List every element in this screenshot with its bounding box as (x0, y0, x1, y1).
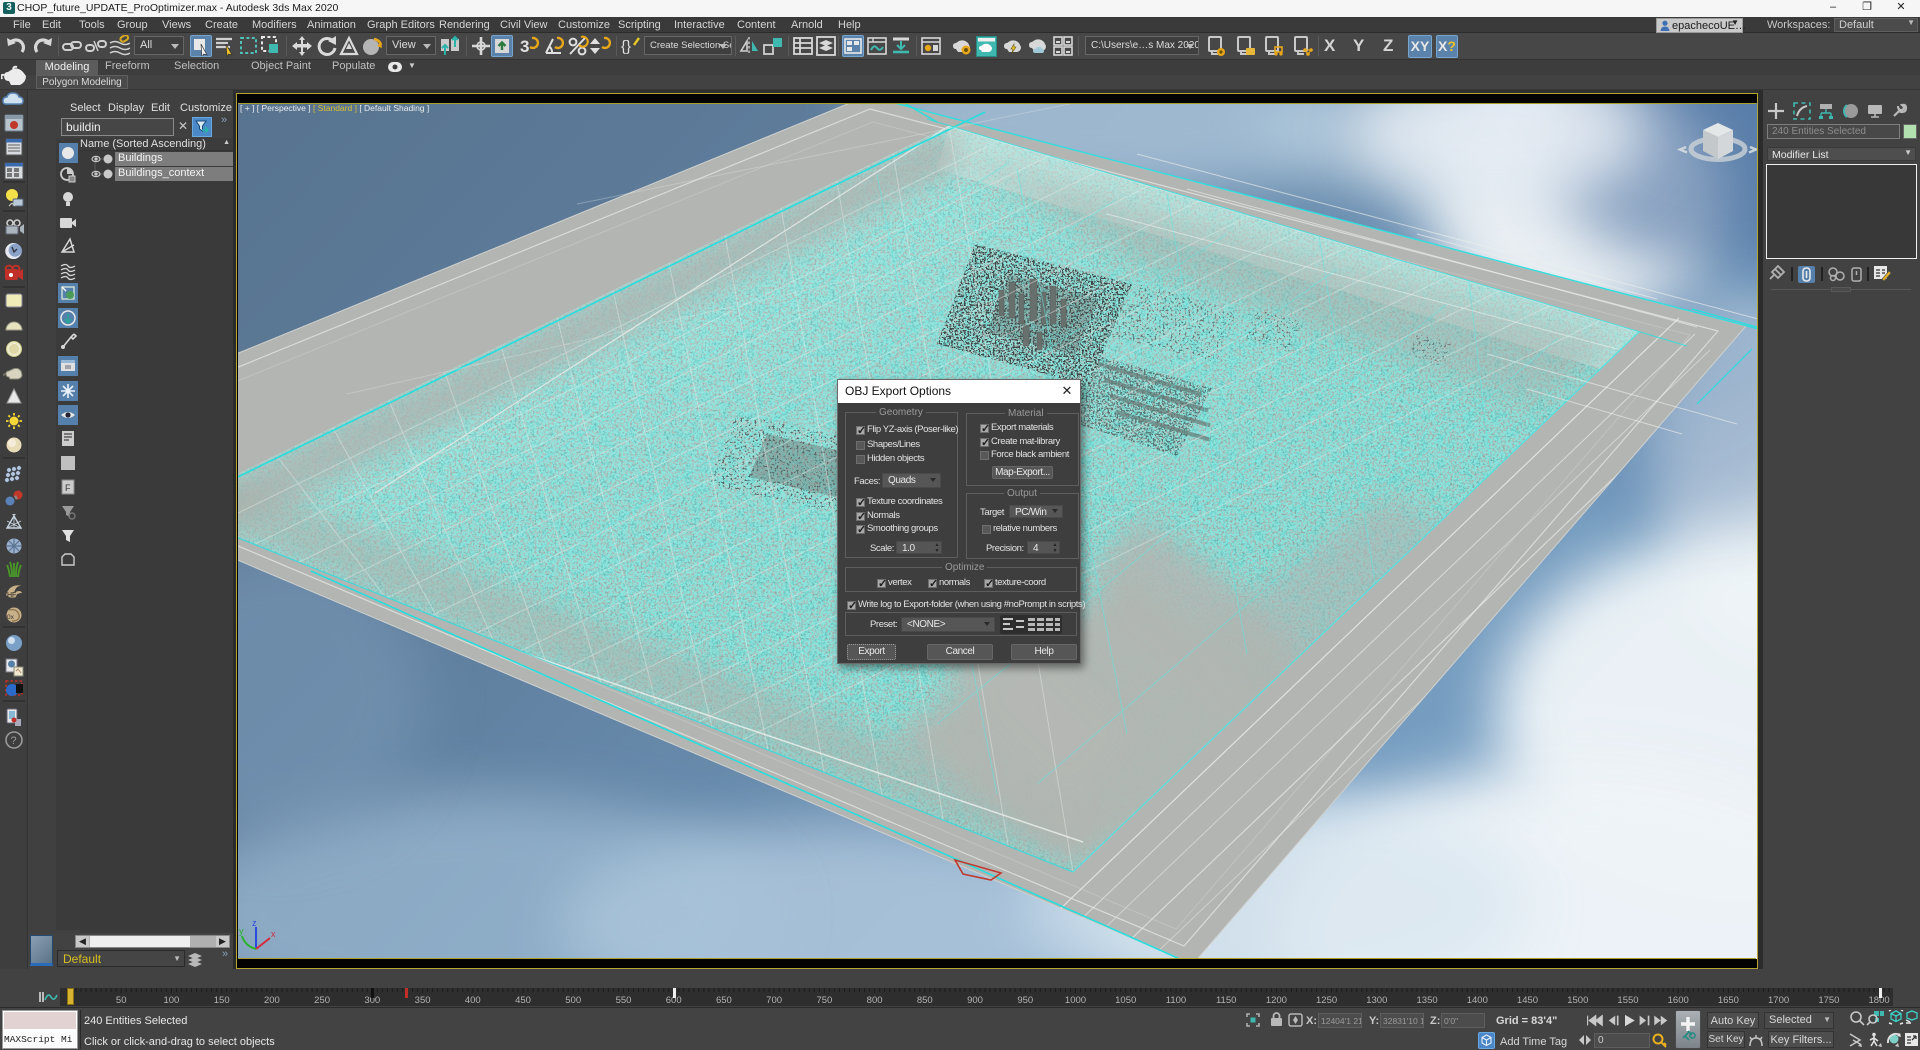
svg-text:800: 800 (867, 995, 883, 1006)
svg-text:900: 900 (967, 995, 983, 1006)
svg-text:700: 700 (766, 995, 782, 1006)
svg-text:1600: 1600 (1668, 995, 1689, 1006)
svg-text:3: 3 (520, 37, 529, 56)
svg-text:850: 850 (917, 995, 933, 1006)
svg-text:1200: 1200 (1266, 995, 1287, 1006)
svg-text:x: x (271, 929, 276, 939)
svg-text:1100: 1100 (1166, 995, 1186, 1006)
svg-text:1050: 1050 (1115, 995, 1136, 1006)
svg-text:[ + ] [ Perspective ] [ Standa: [ + ] [ Perspective ] [ Standard ] [ Def… (240, 103, 429, 113)
svg-text:0x: 0x (7, 614, 15, 621)
svg-text:1300: 1300 (1366, 995, 1387, 1006)
svg-text:y: y (239, 926, 244, 936)
svg-text:750: 750 (816, 995, 832, 1006)
svg-text:F: F (65, 483, 71, 493)
svg-text:1000: 1000 (1065, 995, 1086, 1006)
svg-text:450: 450 (515, 995, 531, 1006)
svg-text:350: 350 (415, 995, 431, 1006)
svg-text:100: 100 (163, 995, 179, 1006)
svg-text:HF: HF (7, 592, 16, 599)
svg-text:950: 950 (1017, 995, 1033, 1006)
svg-text:400: 400 (465, 995, 481, 1006)
svg-text:200: 200 (264, 995, 280, 1006)
svg-text:650: 650 (716, 995, 732, 1006)
svg-text:550: 550 (616, 995, 632, 1006)
svg-text:1450: 1450 (1517, 995, 1538, 1006)
svg-text:1400: 1400 (1467, 995, 1488, 1006)
svg-text:250: 250 (314, 995, 330, 1006)
svg-text:1500: 1500 (1567, 995, 1588, 1006)
svg-text:500: 500 (565, 995, 581, 1006)
svg-text:1250: 1250 (1316, 995, 1337, 1006)
svg-text:1350: 1350 (1417, 995, 1438, 1006)
svg-text:1700: 1700 (1768, 995, 1789, 1006)
svg-text:150: 150 (214, 995, 230, 1006)
svg-text:z: z (252, 918, 257, 928)
svg-text:1150: 1150 (1216, 995, 1236, 1006)
svg-text:50: 50 (116, 995, 127, 1006)
svg-text:1650: 1650 (1718, 995, 1739, 1006)
svg-text:{}: {} (621, 38, 631, 55)
svg-text:1750: 1750 (1818, 995, 1839, 1006)
svg-text:1550: 1550 (1617, 995, 1638, 1006)
svg-text:?: ? (11, 735, 17, 747)
